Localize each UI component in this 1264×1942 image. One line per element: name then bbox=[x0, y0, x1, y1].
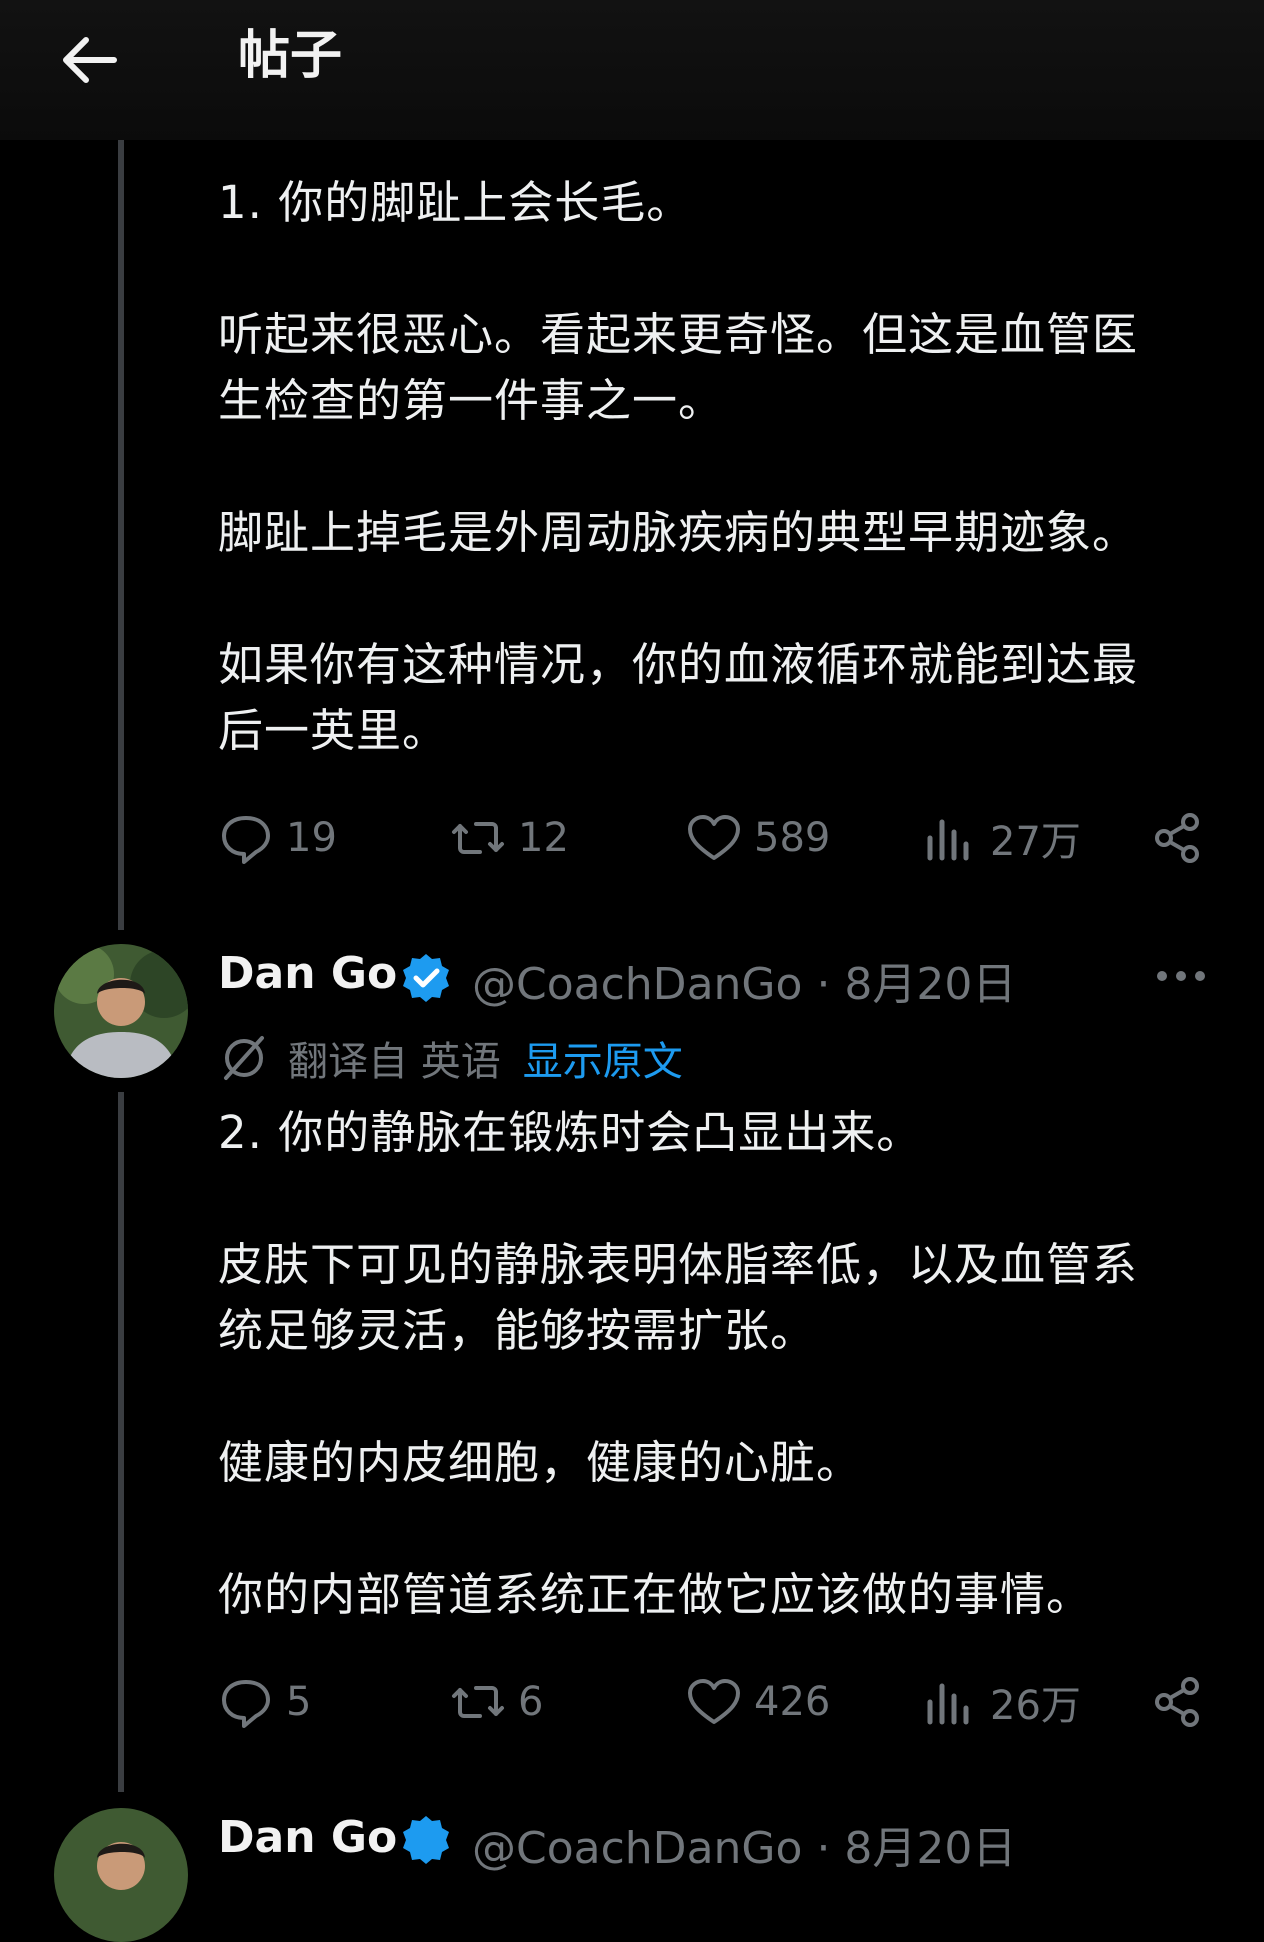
repost-button[interactable]: 6 bbox=[450, 1672, 543, 1732]
views-button[interactable]: 26万 bbox=[922, 1672, 1081, 1732]
post1-text: 1. 你的脚趾上会长毛。 听起来很恶心。看起来更奇怪。但这是血管医 生检查的第一… bbox=[218, 170, 1208, 764]
author-handle[interactable]: @CoachDanGo · 8月20日 bbox=[472, 1812, 1016, 1876]
handle-text: @CoachDanGo bbox=[472, 1823, 803, 1874]
views-button[interactable]: 27万 bbox=[922, 808, 1081, 868]
post2-actions: 5 6 426 26万 bbox=[218, 1672, 1218, 1732]
repost-icon bbox=[452, 1686, 504, 1718]
post1-line: 脚趾上掉毛是外周动脉疾病的典型早期迹象。 bbox=[218, 506, 1139, 559]
reply-icon bbox=[222, 816, 270, 864]
post1-line: 后一英里。 bbox=[218, 704, 449, 757]
repost-count: 12 bbox=[518, 815, 569, 861]
like-count: 589 bbox=[754, 815, 831, 861]
post2-text: 2. 你的静脉在锻炼时会凸显出来。 皮肤下可见的静脉表明体脂率低，以及血管系 统… bbox=[218, 1100, 1208, 1628]
translation-notice: 翻译自 英语 显示原文 bbox=[218, 1030, 683, 1086]
share-button[interactable] bbox=[1150, 1672, 1218, 1732]
post1-actions: 19 12 589 27万 bbox=[218, 808, 1218, 868]
reply-icon bbox=[222, 1680, 270, 1728]
reply-button[interactable]: 19 bbox=[218, 808, 337, 868]
verified-badge-icon bbox=[403, 1816, 449, 1864]
post2-line: 2. 你的静脉在锻炼时会凸显出来。 bbox=[218, 1106, 923, 1159]
author-handle[interactable]: @CoachDanGo · 8月20日 bbox=[472, 948, 1016, 1012]
like-icon bbox=[688, 1679, 740, 1724]
page-title: 帖子 bbox=[238, 26, 343, 86]
like-button[interactable]: 426 bbox=[686, 1672, 830, 1732]
thread-line bbox=[118, 1092, 124, 1792]
show-original-link[interactable]: 显示原文 bbox=[523, 1029, 683, 1087]
like-button[interactable]: 589 bbox=[686, 808, 830, 868]
separator-dot: · bbox=[816, 959, 845, 1010]
views-count: 26万 bbox=[990, 1683, 1081, 1729]
views-icon bbox=[927, 819, 969, 861]
share-icon bbox=[1155, 813, 1199, 863]
avatar[interactable] bbox=[54, 1808, 188, 1942]
verified-badge-icon bbox=[403, 954, 449, 1002]
post1-line: 1. 你的脚趾上会长毛。 bbox=[218, 176, 693, 229]
more-icon[interactable] bbox=[1156, 966, 1206, 986]
post-date: 8月20日 bbox=[844, 1823, 1017, 1874]
author-name[interactable]: Dan Go bbox=[218, 1812, 397, 1863]
repost-button[interactable]: 12 bbox=[450, 808, 569, 868]
share-button[interactable] bbox=[1150, 808, 1218, 868]
repost-icon bbox=[452, 822, 504, 854]
post1-line: 听起来很恶心。看起来更奇怪。但这是血管医 bbox=[218, 308, 1139, 361]
handle-text: @CoachDanGo bbox=[472, 959, 803, 1010]
like-count: 426 bbox=[754, 1679, 831, 1725]
thread-line bbox=[118, 140, 124, 930]
reply-count: 5 bbox=[286, 1679, 312, 1725]
avatar[interactable] bbox=[54, 944, 188, 1078]
back-arrow-icon[interactable] bbox=[56, 28, 120, 92]
post1-line: 如果你有这种情况，你的血液循环就能到达最 bbox=[218, 638, 1139, 691]
reply-button[interactable]: 5 bbox=[218, 1672, 311, 1732]
post2-line: 统足够灵活，能够按需扩张。 bbox=[218, 1304, 817, 1357]
author-name[interactable]: Dan Go bbox=[218, 948, 397, 999]
views-icon bbox=[927, 1683, 969, 1725]
post2-line: 皮肤下可见的静脉表明体脂率低，以及血管系 bbox=[218, 1238, 1139, 1291]
post2-line: 你的内部管道系统正在做它应该做的事情。 bbox=[218, 1568, 1093, 1621]
post2-line: 健康的内皮细胞，健康的心脏。 bbox=[218, 1436, 863, 1489]
top-bar: 帖子 bbox=[0, 0, 1264, 140]
post-date: 8月20日 bbox=[844, 959, 1017, 1010]
like-icon bbox=[688, 815, 740, 860]
views-count: 27万 bbox=[990, 819, 1081, 865]
share-icon bbox=[1155, 1677, 1199, 1727]
reply-count: 19 bbox=[286, 815, 337, 861]
post1-line: 生检查的第一件事之一。 bbox=[218, 374, 725, 427]
separator-dot: · bbox=[816, 1823, 845, 1874]
repost-count: 6 bbox=[518, 1679, 544, 1725]
translated-from-label: 翻译自 英语 bbox=[288, 1039, 501, 1085]
translate-icon bbox=[224, 1036, 264, 1080]
